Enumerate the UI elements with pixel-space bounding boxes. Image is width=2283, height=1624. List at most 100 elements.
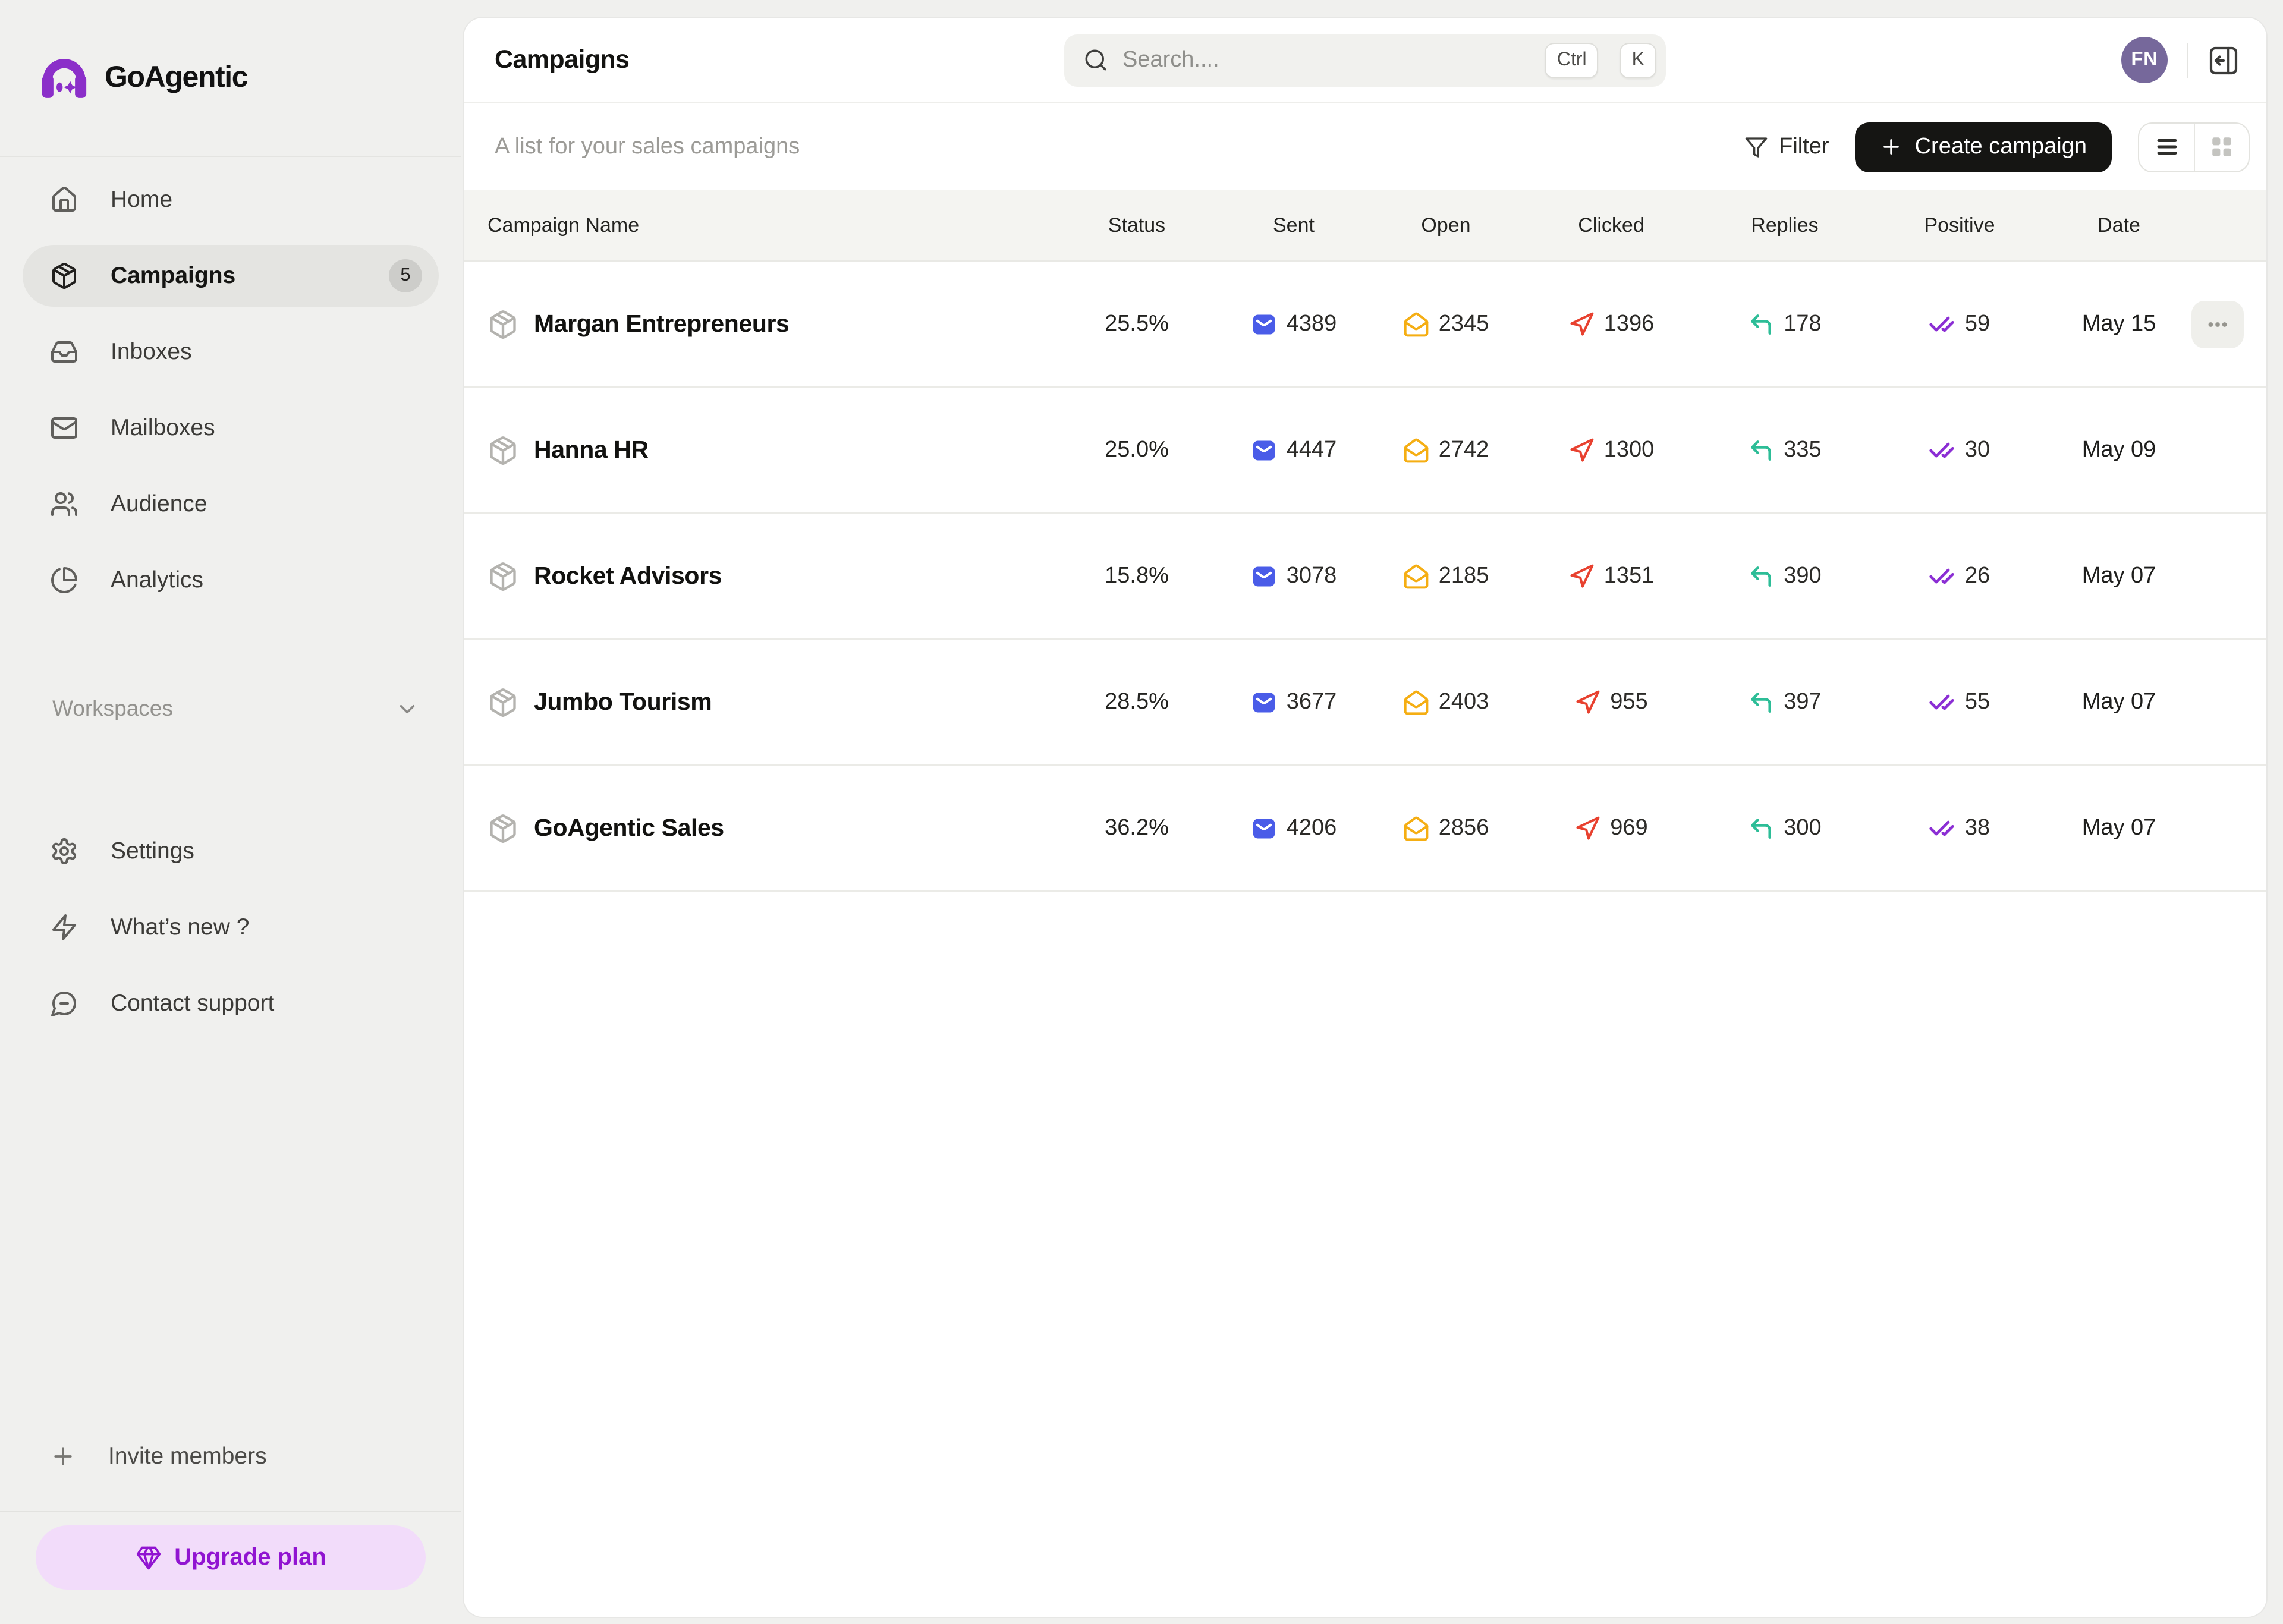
sidebar-item-label: Home (111, 186, 172, 213)
upgrade-plan-label: Upgrade plan (174, 1544, 326, 1571)
table-row[interactable]: Margan Entrepreneurs 25.5% 4389 2345 (464, 262, 2266, 388)
list-view-icon (2154, 134, 2179, 159)
sent-value: 4389 (1287, 311, 1337, 337)
sidebar-item-label: What’s new ? (111, 914, 249, 941)
package-icon (488, 813, 518, 844)
replies-value: 335 (1784, 437, 1821, 463)
positive-value: 30 (1965, 437, 1990, 463)
table-row[interactable]: GoAgentic Sales 36.2% 4206 2856 (464, 766, 2266, 892)
search-bar[interactable]: Ctrl K (1064, 34, 1666, 86)
reply-arrow-icon (1748, 311, 1774, 337)
sidebar-item-analytics[interactable]: Analytics (23, 549, 439, 611)
chevron-down-icon (395, 696, 420, 721)
page-subtitle: A list for your sales campaigns (495, 134, 800, 160)
column-header-open: Open (1372, 213, 1520, 237)
status-cell: 28.5% (1058, 689, 1215, 715)
package-icon (488, 561, 518, 591)
mail-filled-icon (1251, 437, 1277, 463)
send-arrow-icon (1568, 563, 1595, 589)
user-avatar[interactable]: FN (2121, 37, 2168, 83)
sidebar-item-label: Settings (111, 838, 194, 865)
clicked-value: 955 (1610, 689, 1647, 715)
main-content: Campaigns Ctrl K FN A list fo (464, 18, 2266, 1617)
sidebar-item-label: Audience (111, 490, 207, 518)
open-value: 2185 (1439, 563, 1489, 589)
status-cell: 15.8% (1058, 563, 1215, 589)
panel-collapse-icon (2207, 43, 2243, 77)
positive-value: 55 (1965, 689, 1990, 715)
workspaces-toggle[interactable]: Workspaces (23, 685, 439, 732)
send-arrow-icon (1568, 437, 1595, 463)
sidebar-item-campaigns[interactable]: Campaigns 5 (23, 245, 439, 307)
collapse-sidebar-button[interactable] (2207, 42, 2243, 78)
home-icon (50, 185, 78, 214)
table-row[interactable]: Hanna HR 25.0% 4447 2742 (464, 388, 2266, 514)
column-header-sent: Sent (1215, 213, 1372, 237)
date-cell: May 07 (2052, 563, 2185, 589)
gear-icon (50, 837, 78, 865)
mail-open-icon (1403, 815, 1429, 841)
positive-cell: 26 (1867, 563, 2052, 589)
chat-icon (50, 989, 78, 1018)
reply-arrow-icon (1748, 689, 1774, 715)
page-title: Campaigns (495, 45, 629, 75)
sent-cell: 4389 (1215, 311, 1372, 337)
sidebar-item-home[interactable]: Home (23, 169, 439, 231)
pie-chart-icon (50, 566, 78, 594)
reply-arrow-icon (1748, 815, 1774, 841)
sidebar-item-audience[interactable]: Audience (23, 473, 439, 535)
positive-value: 26 (1965, 563, 1990, 589)
date-cell: May 09 (2052, 437, 2185, 463)
double-check-icon (1929, 311, 1955, 337)
send-arrow-icon (1574, 815, 1600, 841)
table-header: Campaign Name Status Sent Open Clicked R… (464, 190, 2266, 262)
row-more-button[interactable] (2191, 300, 2244, 348)
open-cell: 2185 (1372, 563, 1520, 589)
column-header-date: Date (2052, 213, 2185, 237)
sidebar-secondary-nav: Settings What’s new ? Contact support (0, 808, 461, 1034)
date-cell: May 15 (2052, 311, 2185, 337)
open-value: 2403 (1439, 689, 1489, 715)
replies-cell: 397 (1703, 689, 1867, 715)
status-cell: 25.5% (1058, 311, 1215, 337)
table-row[interactable]: Jumbo Tourism 28.5% 3677 2403 (464, 640, 2266, 766)
sidebar-item-inboxes[interactable]: Inboxes (23, 321, 439, 383)
filter-button[interactable]: Filter (1744, 134, 1829, 160)
campaigns-count-badge: 5 (389, 259, 422, 292)
search-input[interactable] (1122, 47, 1531, 73)
invite-members-button[interactable]: Invite members (23, 1425, 439, 1487)
campaign-name: Hanna HR (534, 436, 649, 464)
sent-value: 3677 (1287, 689, 1337, 715)
package-icon (488, 309, 518, 339)
sidebar-item-whats-new[interactable]: What’s new ? (23, 896, 439, 958)
sidebar-item-settings[interactable]: Settings (23, 820, 439, 882)
page-header: Campaigns Ctrl K FN (464, 18, 2266, 103)
list-view-button[interactable] (2139, 123, 2194, 171)
inbox-icon (50, 338, 78, 366)
mail-open-icon (1403, 311, 1429, 337)
open-value: 2345 (1439, 311, 1489, 337)
create-campaign-button[interactable]: Create campaign (1856, 122, 2112, 172)
upgrade-plan-button[interactable]: Upgrade plan (36, 1525, 426, 1590)
double-check-icon (1929, 689, 1955, 715)
sent-cell: 4447 (1215, 437, 1372, 463)
goagentic-headphones-logo-icon (39, 55, 89, 100)
table-row[interactable]: Rocket Advisors 15.8% 3078 2185 (464, 514, 2266, 640)
clicked-value: 1396 (1604, 311, 1655, 337)
row-actions-cell (2185, 300, 2250, 348)
create-campaign-label: Create campaign (1915, 134, 2087, 160)
brand-logo: GoAgentic (0, 0, 461, 157)
column-header-replies: Replies (1703, 213, 1867, 237)
column-header-status: Status (1058, 213, 1215, 237)
mail-filled-icon (1251, 815, 1277, 841)
sidebar-item-contact-support[interactable]: Contact support (23, 972, 439, 1034)
plus-icon (50, 1443, 76, 1469)
sidebar-item-mailboxes[interactable]: Mailboxes (23, 397, 439, 459)
sidebar-item-label: Inboxes (111, 338, 192, 366)
sidebar-item-label: Mailboxes (111, 414, 215, 442)
double-check-icon (1929, 437, 1955, 463)
grid-view-button[interactable] (2194, 123, 2249, 171)
sidebar: GoAgentic Home Campaigns 5 Inboxes (0, 0, 461, 1624)
open-value: 2856 (1439, 815, 1489, 841)
sent-cell: 3078 (1215, 563, 1372, 589)
